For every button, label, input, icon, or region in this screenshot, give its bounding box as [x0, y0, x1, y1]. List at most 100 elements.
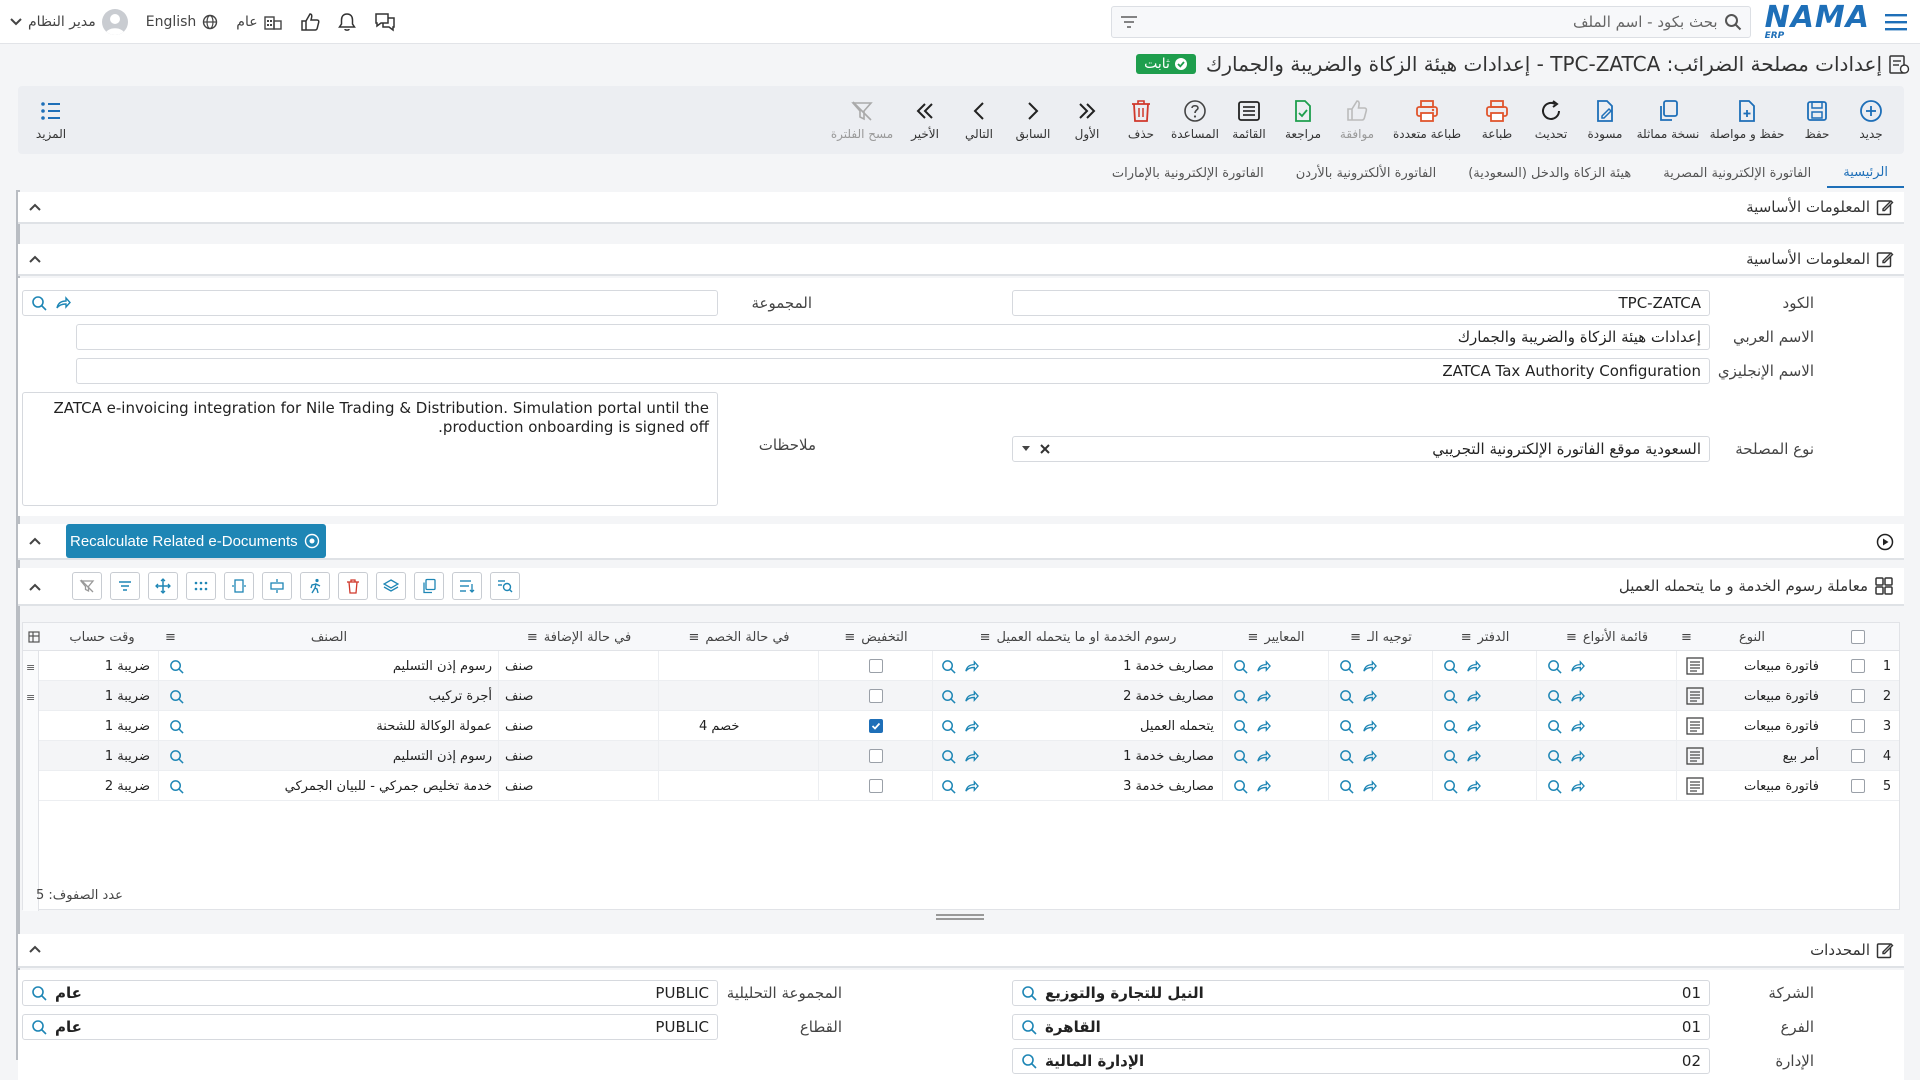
col-type[interactable]: النوع ≡	[1677, 623, 1827, 651]
cell-item[interactable]: رسوم إذن التسليم	[159, 741, 499, 771]
cell-criteria[interactable]	[1223, 651, 1329, 681]
open-link-icon[interactable]	[1570, 689, 1585, 704]
col-on-add[interactable]: في حالة الإضافة ≡	[499, 623, 659, 651]
dropdown-caret-icon[interactable]	[1021, 445, 1031, 453]
row-checkbox[interactable]	[1843, 741, 1873, 771]
cell-fees[interactable]: مصاريف خدمة 1	[933, 651, 1223, 681]
lookup-search-icon[interactable]	[1021, 1019, 1037, 1035]
cell-book[interactable]	[1433, 771, 1537, 801]
lookup-search-icon[interactable]	[169, 779, 184, 794]
lookup-search-icon[interactable]	[1443, 719, 1458, 734]
cell-book[interactable]	[1433, 651, 1537, 681]
branch-field[interactable]: 01 القاهرة	[1012, 1014, 1710, 1040]
chevron-up-icon[interactable]	[28, 942, 42, 956]
cell-on-add[interactable]: صنف	[499, 651, 659, 681]
open-link-icon[interactable]	[964, 719, 979, 734]
cell-discount[interactable]	[819, 771, 933, 801]
discount-checkbox[interactable]	[868, 689, 883, 703]
open-link-icon[interactable]	[964, 779, 979, 794]
table-row[interactable]: 5 فاتورة مبيعات مصاريف خدمة 3 صنف خدمة تخليص…	[23, 771, 1899, 801]
lookup-search-icon[interactable]	[31, 1019, 47, 1035]
delete-button[interactable]: حذف	[1114, 90, 1168, 150]
save-continue-button[interactable]: حفظ و مواصلة	[1704, 90, 1790, 150]
open-link-icon[interactable]	[1362, 659, 1377, 674]
col-direction[interactable]: توجيه الـ ≡	[1329, 623, 1433, 651]
filter-icon[interactable]	[1120, 15, 1138, 29]
cell-types-list[interactable]	[1537, 771, 1677, 801]
lookup-search-icon[interactable]	[1339, 689, 1354, 704]
company-field[interactable]: 01 النيل للتجارة والتوزيع	[1012, 980, 1710, 1006]
column-filter-icon[interactable]: ≡	[1461, 630, 1472, 645]
lookup-search-icon[interactable]	[1233, 749, 1248, 764]
table-row[interactable]: 3 فاتورة مبيعات يتحمله العميل خصم 4 صنف عمولة…	[23, 711, 1899, 741]
cell-discount[interactable]	[819, 651, 933, 681]
col-fees[interactable]: رسوم الخدمة او ما يتحمله العميل ≡	[933, 623, 1223, 651]
bell-icon[interactable]	[337, 12, 356, 32]
sector-field[interactable]: PUBLIC عام	[22, 1014, 718, 1040]
open-link-icon[interactable]	[1466, 659, 1481, 674]
cell-fees[interactable]: مصاريف خدمة 3	[933, 771, 1223, 801]
group-field[interactable]	[22, 290, 718, 316]
cell-type[interactable]: فاتورة مبيعات	[1677, 681, 1827, 711]
lookup-search-icon[interactable]	[1339, 749, 1354, 764]
open-link-icon[interactable]	[1466, 719, 1481, 734]
open-link-icon[interactable]	[1570, 749, 1585, 764]
cell-types-list[interactable]	[1537, 741, 1677, 771]
cell-item[interactable]: أجرة تركيب	[159, 681, 499, 711]
row-checkbox[interactable]	[1843, 681, 1873, 711]
cell-direction[interactable]	[1329, 771, 1433, 801]
open-link-icon[interactable]	[1570, 779, 1585, 794]
column-filter-icon[interactable]: ≡	[1248, 630, 1259, 645]
open-link-icon[interactable]	[1570, 719, 1585, 734]
gutter-menu-icon[interactable]: ≡	[26, 691, 35, 704]
row-checkbox[interactable]	[1843, 711, 1873, 741]
lookup-search-icon[interactable]	[1339, 719, 1354, 734]
search-box[interactable]: بحث بكود - اسم الملف	[1110, 5, 1751, 38]
cell-on-add[interactable]: صنف	[499, 681, 659, 711]
lookup-search-icon[interactable]	[1443, 659, 1458, 674]
cell-item[interactable]: رسوم إذن التسليم	[159, 651, 499, 681]
analytic-group-field[interactable]: PUBLIC عام	[22, 980, 718, 1006]
lookup-search-icon[interactable]	[1547, 779, 1562, 794]
lookup-search-icon[interactable]	[1547, 689, 1562, 704]
clear-icon[interactable]	[1039, 443, 1051, 455]
prev-button[interactable]: السابق	[1006, 90, 1060, 150]
cell-on-discount[interactable]: خصم 4	[659, 711, 819, 741]
lookup-search-icon[interactable]	[1443, 749, 1458, 764]
cell-criteria[interactable]	[1223, 681, 1329, 711]
lookup-search-icon[interactable]	[1339, 779, 1354, 794]
menu-icon[interactable]	[1878, 4, 1914, 40]
lookup-search-icon[interactable]	[941, 719, 956, 734]
cell-tax-time[interactable]: ضريبة 1	[45, 651, 159, 681]
cell-criteria[interactable]	[1223, 771, 1329, 801]
open-link-icon[interactable]	[1256, 749, 1271, 764]
column-filter-icon[interactable]: ≡	[1681, 630, 1692, 645]
gutter-filter-icon[interactable]: ≡	[26, 661, 35, 674]
multi-print-button[interactable]: طباعة متعددة	[1384, 90, 1470, 150]
recalculate-button[interactable]: Recalculate Related e-Documents	[66, 524, 326, 558]
cell-criteria[interactable]	[1223, 711, 1329, 741]
more-button[interactable]: المزيد	[24, 90, 78, 150]
open-link-icon[interactable]	[1466, 749, 1481, 764]
lookup-search-icon[interactable]	[1443, 779, 1458, 794]
lookup-search-icon[interactable]	[941, 749, 956, 764]
draft-button[interactable]: مسودة	[1578, 90, 1632, 150]
column-filter-icon[interactable]: ≡	[165, 630, 176, 645]
open-link-icon[interactable]	[1256, 779, 1271, 794]
cell-types-list[interactable]	[1537, 651, 1677, 681]
tab-main[interactable]: الرئيسية	[1827, 158, 1904, 188]
save-button[interactable]: حفظ	[1790, 90, 1844, 150]
search-input[interactable]: بحث بكود - اسم الملف	[1138, 13, 1724, 31]
cell-fees[interactable]: يتحمله العميل	[933, 711, 1223, 741]
cell-discount[interactable]	[819, 711, 933, 741]
notes-textarea[interactable]: ZATCA e-invoicing integration for Nile T…	[22, 392, 718, 506]
cell-on-add[interactable]: صنف	[499, 711, 659, 741]
help-button[interactable]: المساعدة	[1168, 90, 1222, 150]
last-button[interactable]: الأخير	[898, 90, 952, 150]
refresh-button[interactable]: تحديث	[1524, 90, 1578, 150]
column-width-button[interactable]	[224, 572, 254, 600]
cell-tax-time[interactable]: ضريبة 1	[45, 741, 159, 771]
row-checkbox[interactable]	[1843, 651, 1873, 681]
tab-uae-einvoice[interactable]: الفاتورة الإلكترونية بالإمارات	[1096, 158, 1280, 188]
table-row[interactable]: 2 فاتورة مبيعات مصاريف خدمة 2 صنف أجرة تركيب…	[23, 681, 1899, 711]
